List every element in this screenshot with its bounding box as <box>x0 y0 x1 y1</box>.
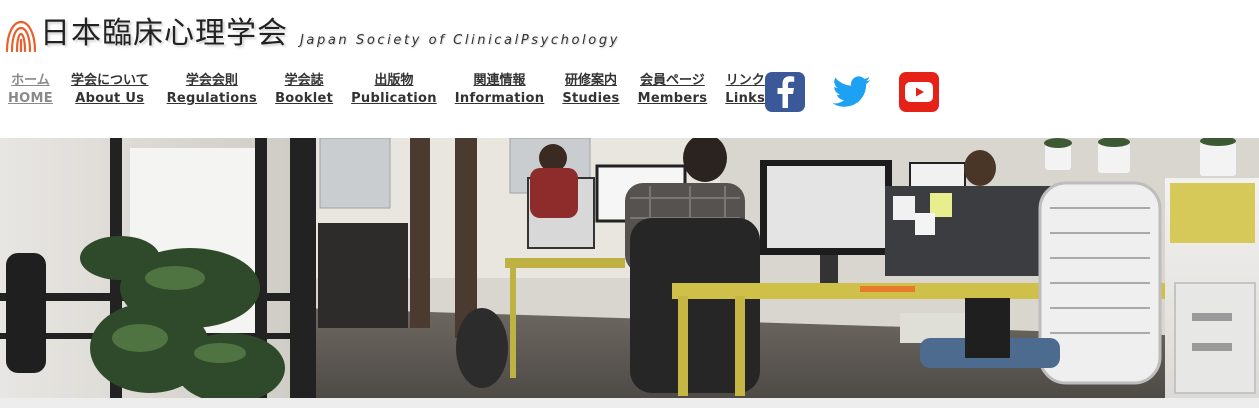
nav-members[interactable]: 会員ページ Members <box>638 72 708 108</box>
nav-about[interactable]: 学会について About Us <box>71 72 149 108</box>
nav-booklet[interactable]: 学会誌 Booklet <box>275 72 333 108</box>
nav-information-jp: 関連情報 <box>473 73 526 88</box>
nav-booklet-en: Booklet <box>275 91 334 106</box>
nav-booklet-jp: 学会誌 <box>284 73 324 88</box>
twitter-icon <box>833 76 871 107</box>
facebook-icon <box>777 76 795 108</box>
nav-members-en: Members <box>637 91 708 106</box>
nav-links-jp: リンク <box>725 73 765 88</box>
nav-regulations[interactable]: 学会会則 Regulations <box>167 72 258 108</box>
nav-about-jp: 学会について <box>70 73 149 88</box>
site-title: 日本臨床心理学会 <box>40 16 288 51</box>
nav-publication[interactable]: 出版物 Publication <box>351 72 437 108</box>
logo-mark-icon <box>5 20 37 52</box>
site-subtitle: Japan Society of ClinicalPsychology <box>300 33 620 48</box>
youtube-icon <box>905 82 933 102</box>
nav-studies-en: Studies <box>562 91 620 106</box>
nav-members-jp: 会員ページ <box>640 73 705 88</box>
nav-regulations-en: Regulations <box>166 91 258 106</box>
youtube-link[interactable] <box>899 72 939 112</box>
nav-studies-jp: 研修案内 <box>564 73 617 88</box>
nav-home-en: HOME <box>8 91 53 106</box>
nav-publication-jp: 出版物 <box>374 73 414 88</box>
office-photo <box>0 138 1259 398</box>
nav-home-jp: ホーム <box>11 73 50 88</box>
nav-information[interactable]: 関連情報 Information <box>455 72 545 108</box>
nav-regulations-jp: 学会会則 <box>185 73 238 88</box>
hero-bottom-strip <box>0 398 1259 408</box>
nav-about-en: About Us <box>75 91 145 106</box>
nav-home[interactable]: ホーム HOME <box>8 72 53 108</box>
nav-links[interactable]: リンク Links <box>725 72 765 108</box>
nav-links-en: Links <box>725 91 766 106</box>
hero-image <box>0 138 1259 398</box>
main-nav: ホーム HOME 学会について About Us 学会会則 Regulation… <box>8 72 783 108</box>
site-logo[interactable]: 日本臨床心理学会 Japan Society of ClinicalPsycho… <box>4 12 620 52</box>
site-header: 日本臨床心理学会 Japan Society of ClinicalPsycho… <box>0 0 1259 138</box>
nav-studies[interactable]: 研修案内 Studies <box>562 72 619 108</box>
twitter-link[interactable] <box>832 72 872 112</box>
nav-information-en: Information <box>454 91 545 106</box>
facebook-link[interactable] <box>765 72 805 112</box>
nav-publication-en: Publication <box>351 91 437 106</box>
